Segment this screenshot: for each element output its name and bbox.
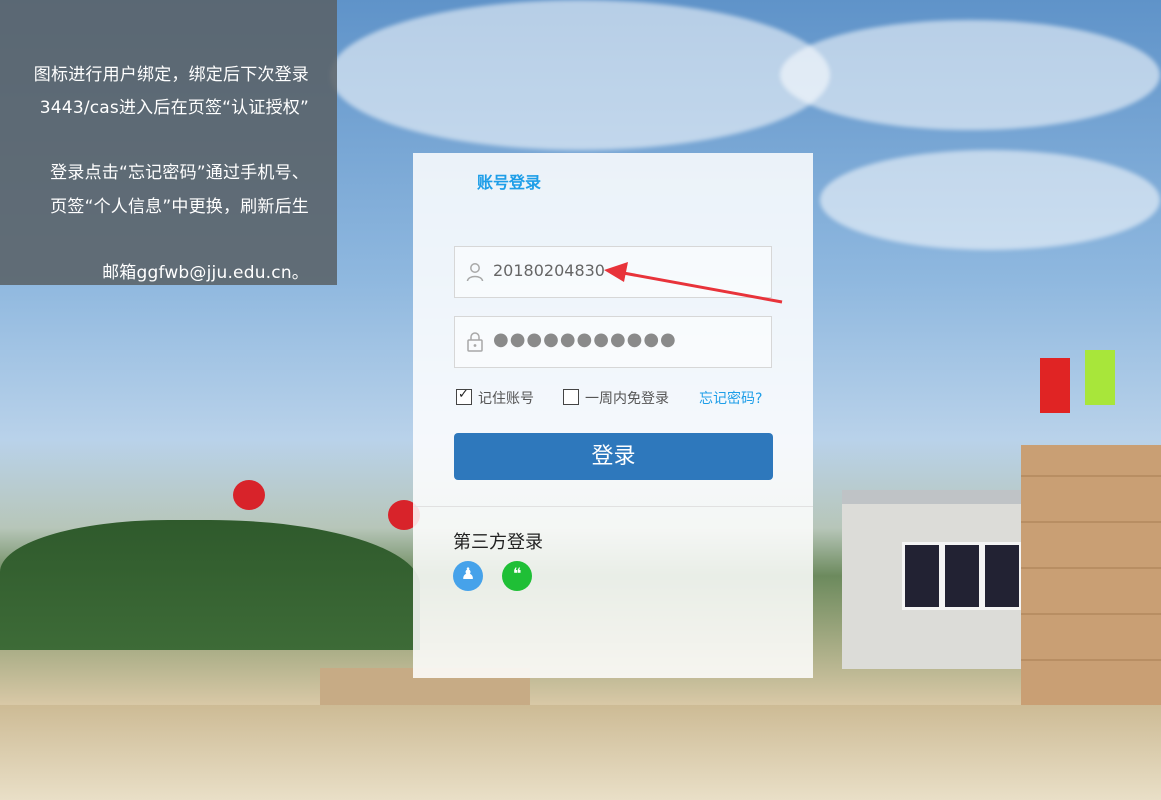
notice-line: 登录点击“忘记密码”通过手机号、 (50, 163, 309, 183)
notice-line: 页签“个人信息”中更换，刷新后生 (50, 197, 309, 217)
username-field[interactable]: 20180204830 (454, 246, 772, 298)
forgot-password-link[interactable]: 忘记密码? (699, 388, 762, 408)
divider (413, 506, 813, 507)
remember-checkbox[interactable] (456, 387, 472, 405)
lock-icon (467, 332, 483, 352)
wechat-icon: ❝ (512, 564, 522, 583)
notice-line: 图标进行用户绑定，绑定后下次登录 (33, 65, 309, 85)
login-options: 记住账号 一周内免登录 忘记密码? (454, 387, 774, 407)
username-value: 20180204830 (493, 261, 605, 280)
password-field[interactable]: ●●●●●●●●●●● (454, 316, 772, 368)
login-card: 账号登录 20180204830 ●●●●●●●●●●● 记住账号 一周内免登录… (413, 153, 813, 678)
remember-label: 记住账号 (478, 391, 534, 407)
notice-panel: 图标进行用户绑定，绑定后下次登录 3443/cas进入后在页签“认证授权” 登录… (0, 0, 337, 285)
login-button[interactable]: 登录 (454, 433, 773, 480)
notice-line: 3443/cas进入后在页签“认证授权” (39, 98, 309, 118)
third-party-title: 第三方登录 (453, 532, 543, 553)
wechat-login-button[interactable]: ❝ (502, 561, 532, 591)
password-mask: ●●●●●●●●●●● (493, 329, 677, 350)
week-free-login-checkbox[interactable] (563, 389, 579, 405)
notice-line: 邮箱ggfwb@jju.edu.cn。 (102, 263, 309, 283)
user-icon (466, 263, 484, 282)
qq-login-button[interactable]: ♟ (453, 561, 483, 591)
tab-account-login[interactable]: 账号登录 (477, 169, 541, 193)
qq-icon: ♟ (460, 564, 476, 583)
week-free-login-label: 一周内免登录 (585, 391, 669, 407)
